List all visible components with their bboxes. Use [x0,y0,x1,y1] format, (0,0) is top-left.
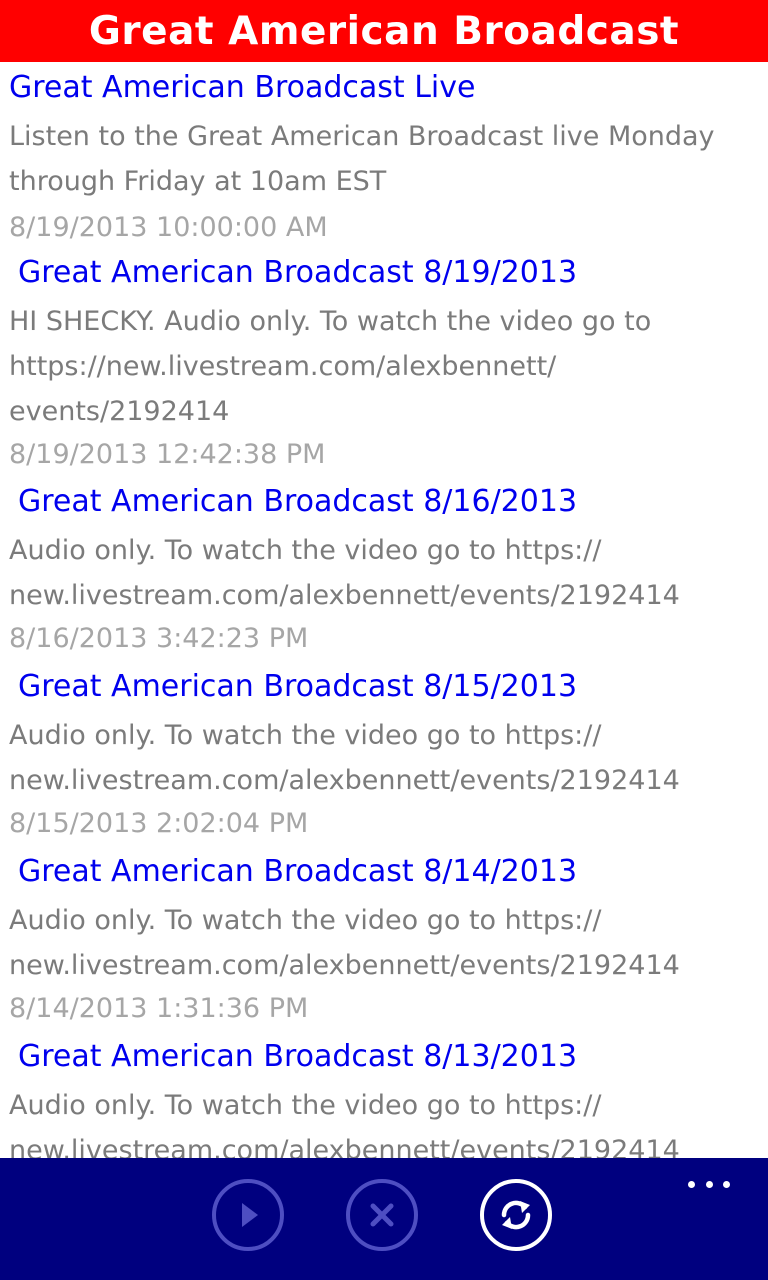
item-title-link[interactable]: Great American Broadcast 8/15/2013 [18,667,577,707]
item-date: 8/19/2013 12:42:38 PM [9,439,326,470]
item-date: 8/19/2013 10:00:00 AM [9,212,328,243]
app-header: Great American Broadcast [0,0,768,62]
item-description: Audio only. To watch the video go to htt… [9,720,680,796]
close-icon [370,1203,394,1227]
item-description: Listen to the Great American Broadcast l… [9,121,715,197]
item-title-link[interactable]: Great American Broadcast 8/19/2013 [18,253,577,293]
ellipsis-icon [705,1180,713,1188]
refresh-button[interactable] [480,1179,552,1251]
item-description: Audio only. To watch the video go to htt… [9,1090,680,1158]
refresh-icon [501,1200,531,1230]
ellipsis-icon [723,1180,730,1188]
item-title-link[interactable]: Great American Broadcast Live [9,68,475,108]
app-title: Great American Broadcast [88,8,680,54]
ellipsis-icon [688,1180,695,1188]
more-options-button[interactable] [688,1176,730,1192]
item-description: Audio only. To watch the video go to htt… [9,535,680,611]
play-button[interactable] [212,1179,284,1251]
item-description: Audio only. To watch the video go to htt… [9,905,680,981]
stop-button[interactable] [346,1179,418,1251]
item-date: 8/16/2013 3:42:23 PM [9,623,309,654]
item-title-link[interactable]: Great American Broadcast 8/14/2013 [18,852,577,892]
play-icon [242,1203,258,1227]
item-date: 8/14/2013 1:31:36 PM [9,993,309,1024]
item-description: HI SHECKY. Audio only. To watch the vide… [9,306,652,427]
item-title-link[interactable]: Great American Broadcast 8/13/2013 [18,1037,577,1077]
item-date: 8/15/2013 2:02:04 PM [9,808,309,839]
app-bar [0,1158,768,1280]
item-title-link[interactable]: Great American Broadcast 8/16/2013 [18,482,577,522]
feed-list[interactable]: Great American Broadcast Live Listen to … [0,62,768,1158]
